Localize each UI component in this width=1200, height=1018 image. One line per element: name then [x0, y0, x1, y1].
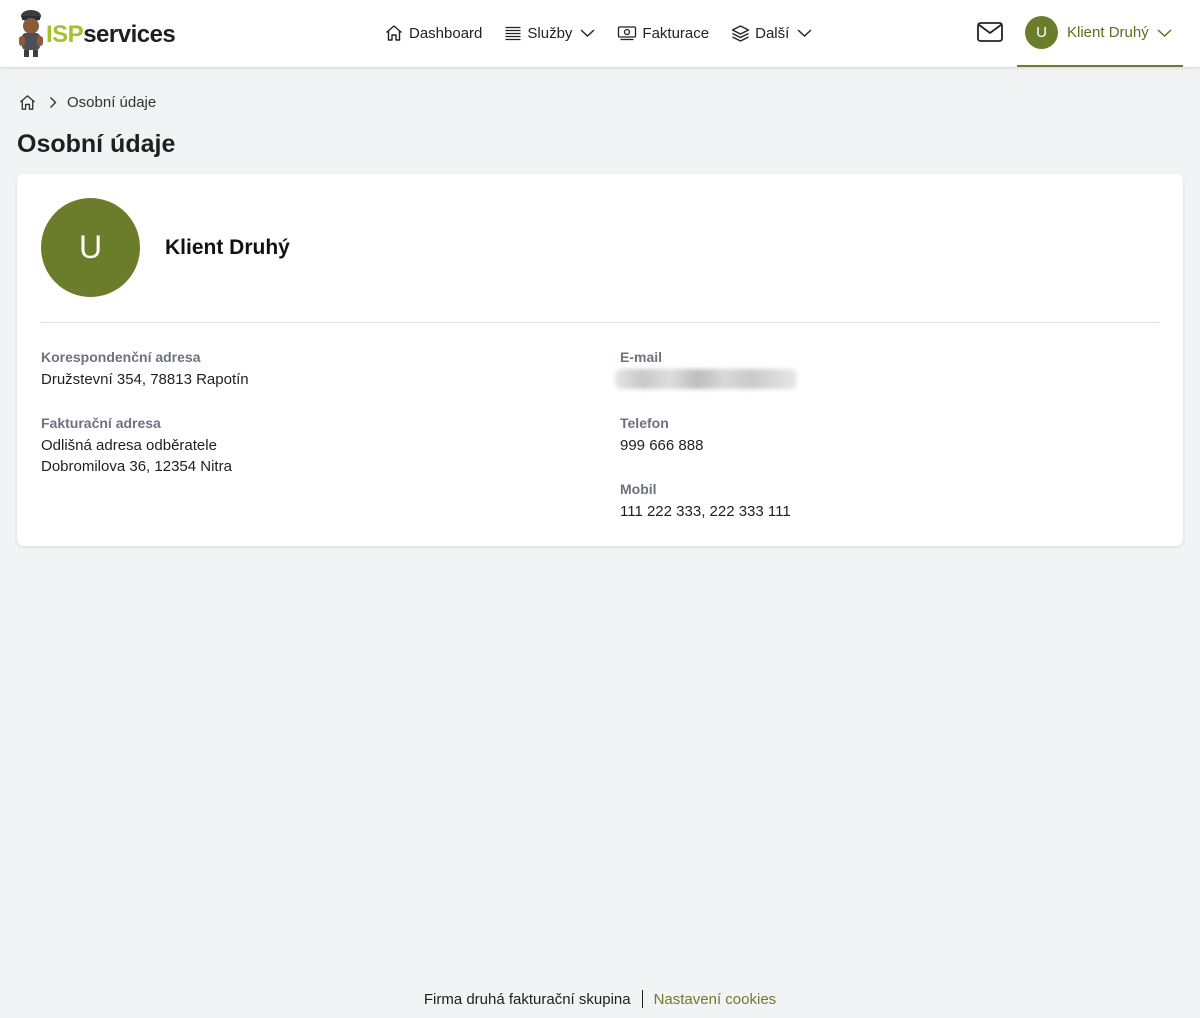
home-icon[interactable]: [18, 93, 37, 112]
nav-fakturace-label: Fakturace: [642, 24, 710, 42]
nav-dalsi-label: Další: [755, 24, 790, 42]
profile-avatar: U: [41, 198, 140, 297]
nav-dalsi[interactable]: Další: [731, 24, 812, 43]
footer-company: Firma druhá fakturační skupina: [423, 990, 631, 1008]
profile-name: Klient Druhý: [165, 236, 290, 259]
billing-address-line-2: Dobromilova 36, 12354 Nitra: [41, 458, 232, 475]
breadcrumb: Osobní údaje: [18, 92, 156, 112]
mobile-label: Mobil: [620, 481, 657, 497]
nav-sluzby-label: Služby: [527, 24, 573, 42]
user-menu[interactable]: U Klient Druhý: [1017, 0, 1183, 67]
correspondence-address-value: Družstevní 354, 78813 Rapotín: [41, 371, 249, 388]
phone-value: 999 666 888: [620, 437, 704, 454]
billing-address-line-1: Odlišná adresa odběratele: [41, 437, 217, 454]
mail-icon: [977, 22, 1003, 42]
list-icon: [505, 26, 521, 41]
home-icon: [386, 25, 402, 41]
user-name: Klient Druhý: [1067, 24, 1149, 41]
avatar: U: [1025, 16, 1058, 49]
breadcrumb-current: Osobní údaje: [67, 93, 157, 111]
divider: [41, 322, 1159, 323]
chevron-down-icon: [797, 29, 812, 37]
billing-address-label: Fakturační adresa: [41, 415, 161, 431]
mobile-value: 111 222 333, 222 333 111: [620, 503, 791, 520]
phone-label: Telefon: [620, 415, 669, 431]
logo-text: ISPservices: [46, 21, 176, 48]
footer-separator: [641, 990, 643, 1008]
chevron-right-icon: [50, 96, 57, 108]
personal-info-card: U Klient Druhý Korespondenční adresa Dru…: [17, 174, 1183, 546]
messages-button[interactable]: [976, 20, 1004, 44]
nav-sluzby[interactable]: Služby: [504, 24, 595, 42]
banknote-icon: [618, 26, 637, 41]
email-label: E-mail: [620, 349, 663, 365]
nav-fakturace[interactable]: Fakturace: [617, 24, 709, 42]
nav-dashboard[interactable]: Dashboard: [384, 23, 482, 43]
mascot-icon: [19, 10, 43, 57]
page-title: Osobní údaje: [17, 130, 176, 158]
main-nav: Dashboard Služby Fakturace Další: [384, 20, 834, 46]
layers-icon: [731, 24, 750, 42]
chevron-down-icon: [580, 29, 595, 37]
top-navbar: ISPservices Dashboard Služby Fakturace D…: [0, 0, 1200, 67]
isp-services-logo[interactable]: ISPservices: [16, 8, 176, 58]
cookie-settings-link[interactable]: Nastavení cookies: [654, 991, 777, 1008]
nav-dashboard-label: Dashboard: [409, 24, 483, 42]
email-value-redacted: [615, 369, 797, 389]
correspondence-address-label: Korespondenční adresa: [41, 349, 201, 365]
chevron-down-icon: [1157, 28, 1172, 37]
footer: Firma druhá fakturační skupina Nastavení…: [0, 988, 1200, 1010]
